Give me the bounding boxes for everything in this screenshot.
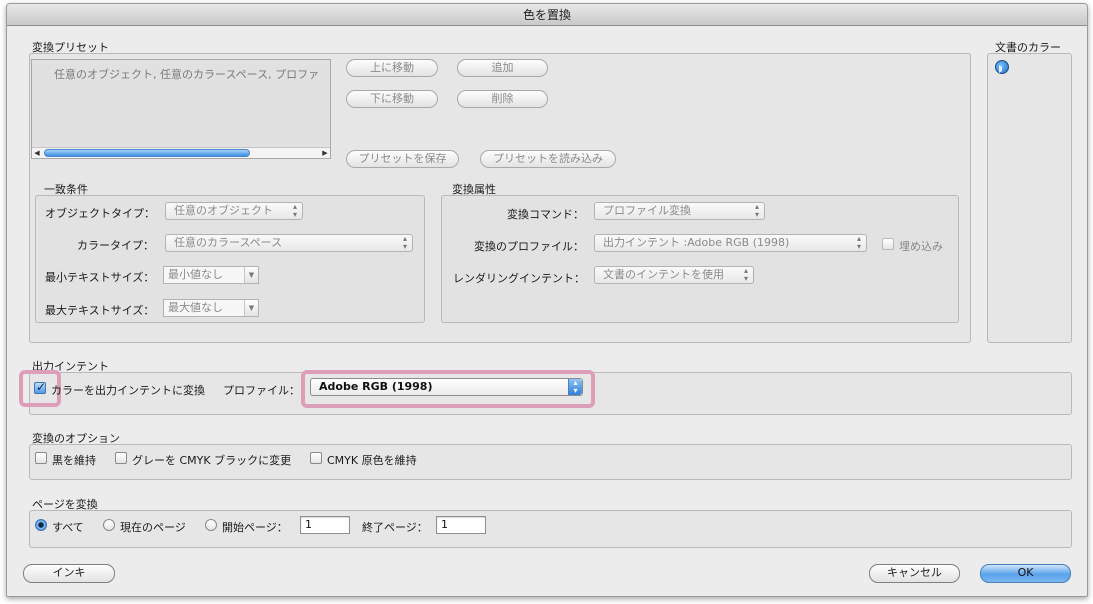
convert-profile-label: 変換のプロファイル： xyxy=(474,240,584,253)
min-text-size-label: 最小テキストサイズ： xyxy=(45,271,155,284)
keep-cmyk-primaries-label: CMYK 原色を維持 xyxy=(327,454,417,467)
gray-to-cmyk-black-checkbox[interactable] xyxy=(115,452,127,464)
convert-to-output-intent-label: カラーを出力インテントに変換 xyxy=(51,384,205,397)
color-type-popup[interactable]: 任意のカラースペース ▴ ▾ xyxy=(165,234,413,252)
max-text-size-value: 最大値なし xyxy=(168,301,223,314)
preset-list-hscrollbar[interactable]: ◀ ▶ xyxy=(32,147,330,158)
updown-arrows-icon: ▴ ▾ xyxy=(754,202,759,219)
object-type-label: オブジェクトタイプ： xyxy=(45,207,155,220)
replace-color-dialog: 色を置換 変換プリセット 任意のオブジェクト, 任意のカラースペース, プロファ… xyxy=(6,3,1088,597)
color-type-value: 任意のカラースペース xyxy=(174,236,283,249)
convert-profile-value: 出力インテント :Adobe RGB (1998) xyxy=(603,236,790,249)
end-page-label: 終了ページ： xyxy=(362,521,428,534)
pages-range-radio[interactable] xyxy=(205,519,217,531)
color-type-label: カラータイプ： xyxy=(77,239,154,252)
convert-profile-popup[interactable]: 出力インテント :Adobe RGB (1998) ▴ ▾ xyxy=(594,234,867,252)
updown-arrows-icon: ▴ ▾ xyxy=(568,379,582,395)
rendering-intent-popup[interactable]: 文書のインテントを使用 ▴ ▾ xyxy=(594,266,754,284)
convert-command-value: プロファイル変換 xyxy=(603,204,691,217)
max-text-size-label: 最大テキストサイズ： xyxy=(45,304,155,317)
doc-colors-panel xyxy=(987,53,1072,343)
pages-current-radio[interactable] xyxy=(103,519,115,531)
keep-black-checkbox[interactable] xyxy=(35,452,47,464)
preset-list-item[interactable]: 任意のオブジェクト, 任意のカラースペース, プロファ xyxy=(54,66,319,82)
load-preset-button[interactable]: プリセットを読み込み xyxy=(480,150,616,168)
move-up-button[interactable]: 上に移動 xyxy=(346,59,438,77)
scroll-left-arrow-icon[interactable]: ◀ xyxy=(32,148,42,158)
pages-all-label: すべて xyxy=(52,521,84,534)
move-down-button[interactable]: 下に移動 xyxy=(346,90,438,108)
output-profile-value: Adobe RGB (1998) xyxy=(319,380,433,393)
window-title: 色を置換 xyxy=(7,4,1087,26)
save-preset-button[interactable]: プリセットを保存 xyxy=(346,150,459,168)
pages-current-label: 現在のページ xyxy=(120,521,186,534)
dropdown-arrow-icon[interactable]: ▼ xyxy=(244,300,258,316)
rendering-intent-label: レンダリングインテント： xyxy=(453,272,585,285)
start-page-field[interactable]: 1 xyxy=(300,516,350,534)
output-profile-label: プロファイル： xyxy=(223,384,300,397)
gray-to-cmyk-black-label: グレーを CMYK ブラックに変更 xyxy=(132,454,292,467)
output-profile-popup[interactable]: Adobe RGB (1998) ▴ ▾ xyxy=(310,378,583,396)
updown-arrows-icon: ▴ ▾ xyxy=(743,266,748,283)
add-preset-button[interactable]: 追加 xyxy=(457,59,548,77)
doc-color-swatch-icon[interactable] xyxy=(995,60,1009,74)
keep-black-label: 黒を維持 xyxy=(52,454,96,467)
scroll-right-arrow-icon[interactable]: ▶ xyxy=(320,148,330,158)
end-page-field[interactable]: 1 xyxy=(436,516,486,534)
cancel-button[interactable]: キャンセル xyxy=(869,564,960,583)
rendering-intent-value: 文書のインテントを使用 xyxy=(603,268,724,281)
convert-to-output-intent-checkbox[interactable] xyxy=(34,380,46,394)
embed-label: 埋め込み xyxy=(899,240,943,253)
preset-list[interactable]: 任意のオブジェクト, 任意のカラースペース, プロファ ◀ ▶ xyxy=(31,59,331,159)
updown-arrows-icon: ▴ ▾ xyxy=(292,202,297,219)
convert-command-popup[interactable]: プロファイル変換 ▴ ▾ xyxy=(594,202,765,220)
max-text-size-combo[interactable]: 最大値なし ▼ xyxy=(163,299,259,317)
object-type-popup[interactable]: 任意のオブジェクト ▴ ▾ xyxy=(165,202,303,220)
updown-arrows-icon: ▴ ▾ xyxy=(856,234,861,251)
start-page-label: 開始ページ： xyxy=(222,521,288,534)
keep-cmyk-primaries-checkbox[interactable] xyxy=(310,452,322,464)
dropdown-arrow-icon[interactable]: ▼ xyxy=(244,267,258,283)
updown-arrows-icon: ▴ ▾ xyxy=(402,234,407,251)
convert-command-label: 変換コマンド： xyxy=(507,208,584,221)
scroll-thumb[interactable] xyxy=(44,149,250,157)
delete-preset-button[interactable]: 削除 xyxy=(457,90,548,108)
min-text-size-combo[interactable]: 最小値なし ▼ xyxy=(163,266,259,284)
min-text-size-value: 最小値なし xyxy=(168,268,223,281)
ok-button[interactable]: OK xyxy=(980,564,1071,583)
embed-checkbox[interactable] xyxy=(882,238,894,250)
object-type-value: 任意のオブジェクト xyxy=(174,204,273,217)
ink-button[interactable]: インキ xyxy=(23,564,115,583)
pages-all-radio[interactable] xyxy=(35,519,47,531)
